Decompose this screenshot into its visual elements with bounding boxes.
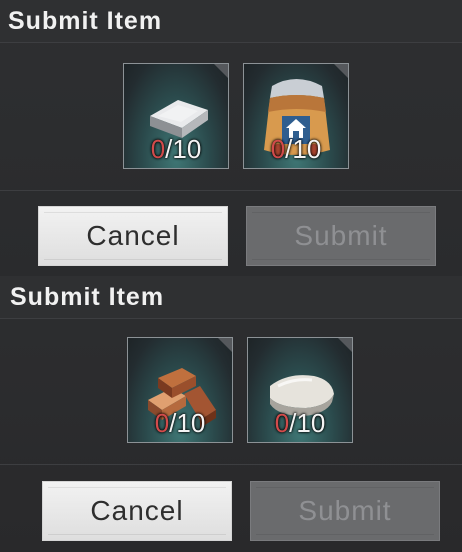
slot-corner	[338, 338, 352, 352]
submit-button[interactable]: Submit	[250, 481, 440, 541]
cancel-button[interactable]: Cancel	[42, 481, 232, 541]
slot-corner	[214, 64, 228, 78]
divider	[0, 318, 462, 319]
item-count: 0/10	[150, 134, 202, 164]
item-count: 0/10	[154, 408, 206, 438]
divider	[0, 42, 462, 43]
item-slot-wood-planks[interactable]: 0/10	[127, 337, 233, 443]
item-count: 0/10	[274, 408, 326, 438]
slot-corner	[334, 64, 348, 78]
item-count: 0/10	[270, 134, 322, 164]
submit-button[interactable]: Submit	[246, 206, 436, 266]
divider	[0, 464, 462, 465]
submit-item-dialog: Submit Item 0/10 0/10 Cancel Submit	[0, 0, 462, 276]
dialog-title: Submit Item	[10, 283, 165, 311]
slot-corner	[218, 338, 232, 352]
cancel-button[interactable]: Cancel	[38, 206, 228, 266]
submit-item-dialog: Submit Item 0/10 0/10 Cancel Submit	[0, 276, 462, 552]
dialog-title: Submit Item	[8, 7, 163, 35]
item-slot-iron-ingot[interactable]: 0/10	[123, 63, 229, 169]
divider	[0, 190, 462, 191]
item-slot-flour-sack[interactable]: 0/10	[243, 63, 349, 169]
item-slot-stone-slab[interactable]: 0/10	[247, 337, 353, 443]
